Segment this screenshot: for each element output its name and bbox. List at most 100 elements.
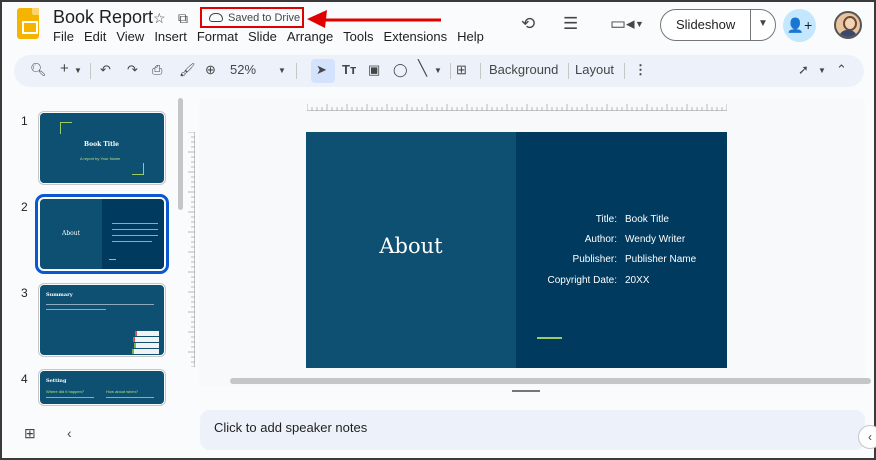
add-person-icon: 👤+ [786,17,813,33]
shape-icon[interactable]: ◯ [393,62,408,78]
slide-canvas[interactable]: About Title: Book Title Author: Wendy Wr… [306,132,727,368]
toolbar: 🔍︎ + ▼ ↶ ↷ ⎙ 🖌︎ ⊕ 52% ▼ ➤ Tт ▣ ◯ ╲ ▼ ⊞ B… [14,55,864,87]
star-icon[interactable]: ☆ [153,10,166,27]
background-button[interactable]: Background [489,62,558,77]
horizontal-ruler[interactable] [307,103,727,111]
select-cursor-icon[interactable]: ➤ [316,62,327,78]
info-value: Publisher Name [625,254,697,265]
menu-file[interactable]: File [53,29,74,47]
accent-line [537,337,562,339]
app-window: Book Report ☆ ⧉ Saved to Drive File Edit… [0,0,876,460]
slide-thumbnail-2-selected[interactable]: About [35,194,169,274]
info-key: Publisher: [572,254,617,265]
thumb-text-line [106,397,154,398]
menu-insert[interactable]: Insert [154,29,187,47]
cloud-done-icon[interactable] [209,13,223,22]
slide-title[interactable]: About [306,234,516,258]
slideshow-divider [750,10,751,40]
zoom-icon[interactable]: ⊕ [205,62,216,78]
slide-number: 1 [21,114,28,128]
info-key: Author: [584,234,617,245]
line-icon[interactable]: ╲ [418,59,427,77]
collapse-filmstrip-icon[interactable]: ‹ [67,425,72,441]
slide-info-panel [516,132,727,368]
account-avatar[interactable] [834,11,862,39]
slide-thumbnail-1[interactable]: Book Title A report by Your Name [38,111,166,185]
undo-icon[interactable]: ↶ [100,62,111,78]
notes-resize-handle[interactable] [512,390,540,392]
thumb-text-line [46,304,154,305]
text-box-icon[interactable]: Tт [342,62,356,77]
book-icon [134,343,159,348]
comments-icon[interactable]: ☰ [563,14,578,34]
slide-number: 3 [21,286,28,300]
history-icon[interactable]: ⟲ [521,14,535,34]
book-icon [132,349,159,354]
slideshow-options-icon[interactable]: ▼ [758,18,768,29]
thumb-text-line [112,229,158,230]
toolbar-divider [450,63,451,79]
side-panel-toggle-icon[interactable]: ‹ [858,425,876,449]
editing-mode-caret-icon[interactable]: ▼ [818,66,826,75]
slide-thumbnail-3[interactable]: Summary [38,283,166,357]
thumb-column-heading: How about when? [106,389,139,394]
hide-menus-chevron-icon[interactable]: ⌃ [836,62,847,78]
info-key: Copyright Date: [547,275,617,286]
document-title[interactable]: Book Report [53,7,153,28]
book-icon [135,331,159,336]
menu-extensions[interactable]: Extensions [384,29,448,47]
filmstrip-scrollbar[interactable] [178,98,183,210]
annotation-arrow [307,10,441,28]
meet-icon[interactable]: ▭◂ [610,14,635,34]
editing-mode-icon[interactable]: ➚ [798,62,809,78]
menu-format[interactable]: Format [197,29,238,47]
speaker-notes[interactable]: Click to add speaker notes [200,410,865,450]
slide-thumbnail-4[interactable]: Setting Where did it happen? How about w… [38,369,166,406]
share-button[interactable]: 👤+ [783,9,816,42]
thumb-text-line [112,223,158,224]
zoom-value[interactable]: 52% [230,62,256,77]
thumb-text-line [112,241,152,242]
thumb-column-heading: Where did it happen? [46,389,85,394]
thumb-subtitle: A report by Your Name [80,156,121,161]
menu-edit[interactable]: Edit [84,29,106,47]
vertical-ruler[interactable] [187,132,195,367]
menu-slide[interactable]: Slide [248,29,277,47]
meet-caret-icon[interactable]: ▼ [635,19,644,29]
paint-format-icon[interactable]: 🖌︎ [179,62,196,78]
line-caret-icon[interactable]: ▼ [434,66,442,75]
thumb-title: Book Title [84,141,119,148]
zoom-caret-icon[interactable]: ▼ [278,66,286,75]
info-value: Wendy Writer [625,234,686,245]
layout-button[interactable]: Layout [575,62,614,77]
more-options-icon[interactable]: ⋮ [634,62,647,78]
slide-number: 4 [21,372,28,386]
menu-help[interactable]: Help [457,29,484,47]
menu-view[interactable]: View [116,29,144,47]
thumb-title: Summary [46,292,73,298]
speaker-notes-placeholder: Click to add speaker notes [214,420,368,435]
slideshow-button[interactable]: Slideshow ▼ [660,9,776,41]
menu-arrange[interactable]: Arrange [287,29,333,47]
menu-bar: File Edit View Insert Format Slide Arran… [53,29,494,47]
thumb-bracket [132,163,144,175]
new-slide-icon[interactable]: + [60,60,69,77]
toolbar-divider [568,63,569,79]
redo-icon[interactable]: ↷ [127,62,138,78]
insert-image-icon[interactable]: ▣ [368,62,380,78]
search-menus-icon[interactable]: 🔍︎ [30,62,47,78]
info-value: 20XX [625,275,650,286]
move-folder-icon[interactable]: ⧉ [178,10,188,27]
slides-logo-icon[interactable] [17,8,39,39]
info-key: Title: [595,214,617,225]
new-slide-caret-icon[interactable]: ▼ [74,66,82,75]
thumb-bracket [60,122,72,134]
thumb-text-line [112,235,158,236]
info-value: Book Title [625,214,669,225]
canvas-scrollbar[interactable] [230,378,871,384]
saved-status[interactable]: Saved to Drive [228,12,300,24]
menu-tools[interactable]: Tools [343,29,373,47]
add-comment-icon[interactable]: ⊞ [456,62,467,78]
print-icon[interactable]: ⎙ [152,62,162,78]
grid-view-icon[interactable]: ⊞ [24,425,36,442]
